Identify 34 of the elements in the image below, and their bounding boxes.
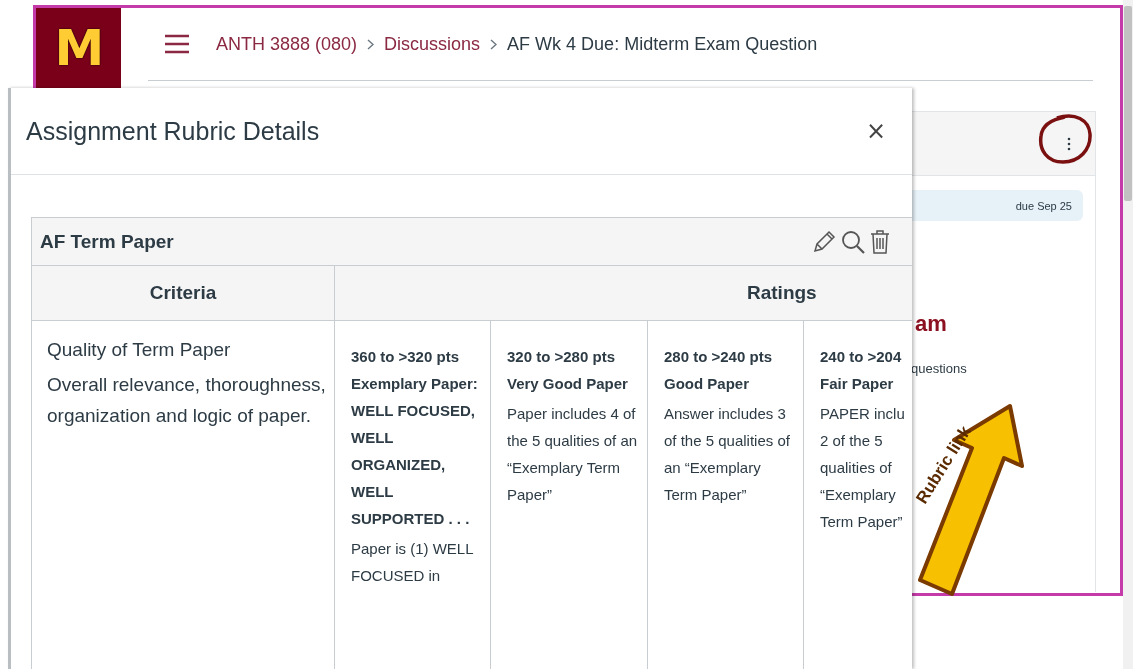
menu-icon [164,34,190,54]
rating-description: Paper includes 4 of the 5 qualities of an “Exemplary Term Paper” [507,404,639,505]
menu-button[interactable] [164,34,190,54]
rating-title: Good Paper [664,374,750,394]
chevron-icon [367,38,375,50]
edit-icon[interactable] [811,228,837,255]
rating-description: Answer includes 3 of the 5 qualities of an “Exemplary Term Paper” [664,404,791,505]
criterion-description: Overall relevance, thoroughness, organization and logic of paper. [47,373,327,428]
assignment-heading: am [915,311,947,337]
scrollbar-thumb[interactable] [1124,6,1132,201]
delete-icon[interactable] [869,228,891,255]
chevron-icon [490,38,498,50]
assignment-text: questions [911,361,967,376]
rating-title: Exemplary Paper: WELL FOCUSED, WELL ORGANIZED, WELL SUPPORTED . . . [351,374,479,529]
rating-description: PAPER inclu 2 of the 5 qualities of “Exemplary Term Paper” [820,404,906,532]
column-header: Ratings [746,281,818,305]
rating-title: Fair Paper [820,374,895,394]
search-icon[interactable] [840,228,866,255]
rating-description: Paper is (1) WELL FOCUSED in [351,539,474,586]
rubric-title: AF Term Paper [40,230,174,253]
column-header: Criteria [32,266,335,320]
rating-title: Very Good Paper [507,374,629,394]
breadcrumb-link[interactable]: ANTH 3888 (080) [216,33,358,55]
close-button[interactable]: × [861,117,890,145]
more-options-icon [1067,136,1071,151]
rating-points: 360 to >320 pts [351,347,460,367]
criterion-name: Quality of Term Paper [47,339,232,361]
rating-points: 320 to >280 pts [507,347,616,367]
logo[interactable]: M [36,8,121,88]
dialog-title: Assignment Rubric Details [26,116,320,146]
breadcrumb-current: AF Wk 4 Due: Midterm Exam Question [507,33,818,55]
rating-points: 240 to >204 [820,347,903,367]
rating-points: 280 to >240 pts [664,347,773,367]
breadcrumb-link[interactable]: Discussions [384,33,481,55]
